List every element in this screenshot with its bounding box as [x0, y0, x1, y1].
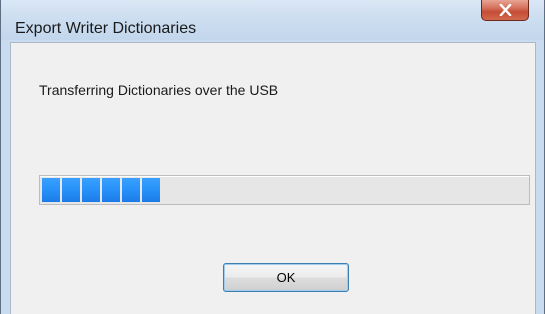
progress-fill — [42, 178, 162, 202]
close-icon — [499, 4, 512, 16]
dialog-body: Transferring Dictionaries over the USB O… — [10, 42, 536, 314]
dialog-window: Export Writer Dictionaries Transferring … — [0, 0, 545, 314]
window-title: Export Writer Dictionaries — [15, 20, 197, 37]
progress-segment — [142, 178, 160, 202]
status-message: Transferring Dictionaries over the USB — [39, 82, 279, 98]
progress-bar — [39, 175, 530, 205]
progress-segment — [122, 178, 140, 202]
progress-segment — [42, 178, 60, 202]
title-bar[interactable]: Export Writer Dictionaries — [1, 0, 544, 40]
ok-button[interactable]: OK — [223, 263, 349, 292]
progress-segment — [82, 178, 100, 202]
close-button[interactable] — [481, 0, 529, 21]
progress-segment — [62, 178, 80, 202]
progress-segment — [102, 178, 120, 202]
